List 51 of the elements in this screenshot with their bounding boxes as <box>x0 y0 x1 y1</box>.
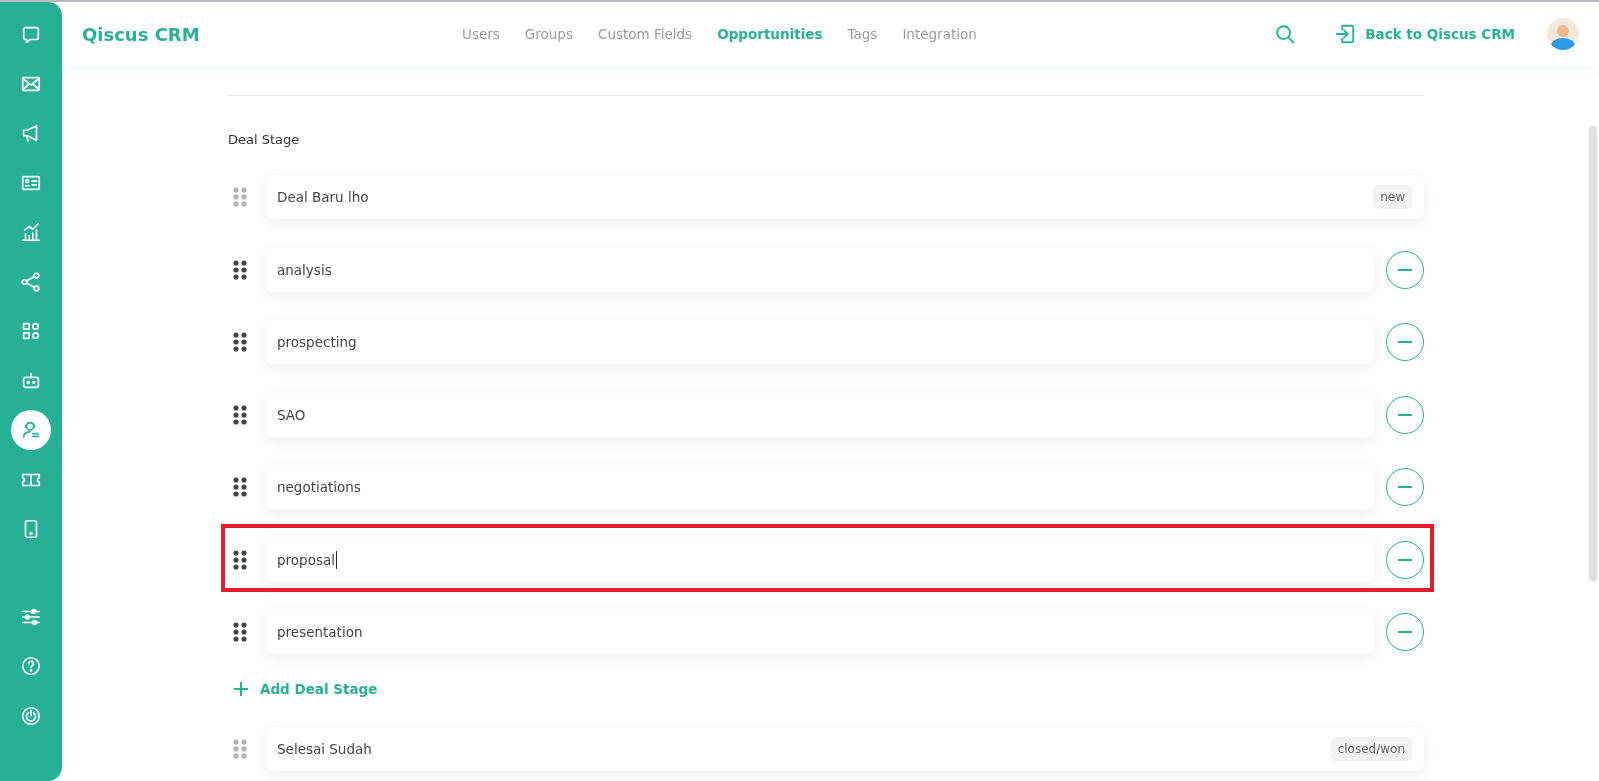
remove-button[interactable] <box>1386 323 1424 361</box>
drag-handle-icon[interactable] <box>233 404 247 425</box>
sidebar-nav-item[interactable] <box>11 410 51 450</box>
drag-handle-icon[interactable] <box>233 477 247 497</box>
minus-icon <box>1398 558 1412 561</box>
minus-icon <box>1398 413 1412 416</box>
minus-icon <box>1398 268 1412 271</box>
nav-tab[interactable]: Tags <box>847 26 878 42</box>
stage-input[interactable]: analysis <box>265 247 1374 292</box>
minus-icon <box>1398 631 1412 633</box>
remove-button[interactable] <box>1386 613 1424 651</box>
search-icon[interactable] <box>1274 23 1297 45</box>
plus-icon <box>234 681 248 696</box>
nav-tab[interactable]: Integration <box>902 26 977 42</box>
stage-input[interactable]: negotiations <box>265 465 1374 509</box>
stage-input[interactable]: prospecting <box>265 320 1374 364</box>
remove-button[interactable] <box>1386 395 1424 434</box>
app-logo-text[interactable]: Qiscus CRM <box>82 23 200 45</box>
remove-button[interactable] <box>1386 250 1424 289</box>
stage-name: Deal Baru lho <box>277 189 369 205</box>
share-nodes-icon <box>20 270 42 293</box>
add-stage-button[interactable]: Add Deal Stage <box>234 680 378 697</box>
bar-chart-icon <box>20 221 42 243</box>
stage-type-badge: closed/won <box>1330 736 1412 761</box>
remove-button[interactable] <box>1386 468 1424 506</box>
stage-input[interactable]: presentation <box>265 610 1374 654</box>
stage-name: Selesai Sudah <box>277 740 372 757</box>
drag-handle-icon[interactable] <box>233 259 247 280</box>
power-icon <box>20 704 42 727</box>
apps-grid-icon <box>20 320 42 342</box>
stage-input[interactable]: proposal <box>265 537 1374 582</box>
enter-arrow-icon <box>1334 23 1357 45</box>
nav-tab[interactable]: Custom Fields <box>597 26 693 42</box>
nav-tab[interactable]: Groups <box>524 26 573 42</box>
minus-icon <box>1398 341 1412 343</box>
stage-type-badge: new <box>1373 185 1412 209</box>
drag-handle-icon[interactable] <box>233 332 247 352</box>
drag-handle-icon[interactable] <box>233 187 247 207</box>
help-icon <box>20 655 42 677</box>
minus-icon <box>1398 486 1412 488</box>
drag-handle-icon[interactable] <box>233 549 247 570</box>
drag-handle-icon[interactable] <box>233 622 247 642</box>
nav-tab[interactable]: Opportunities <box>717 26 823 42</box>
nav-tab[interactable]: Users <box>462 26 500 42</box>
section-title: Deal Stage <box>228 132 300 147</box>
remove-button[interactable] <box>1386 540 1424 579</box>
drag-handle-icon[interactable] <box>233 738 247 759</box>
back-link[interactable]: Back to Qiscus CRM <box>1334 23 1515 45</box>
scrollbar-thumb[interactable] <box>1589 126 1597 581</box>
agent-headset-icon <box>20 419 42 441</box>
stage-input[interactable]: SAO <box>265 392 1374 437</box>
